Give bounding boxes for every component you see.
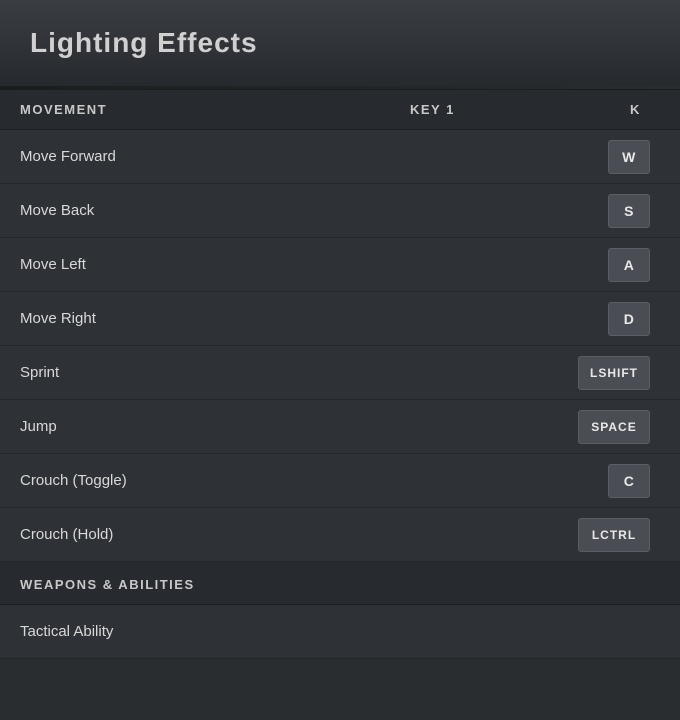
key-badge[interactable]: S — [608, 194, 650, 228]
action-label: Move Back — [20, 202, 440, 219]
key1-cell: C — [440, 464, 660, 498]
table-header: MOVEMENT KEY 1 K — [0, 90, 680, 130]
table-row[interactable]: Sprint LSHIFT — [0, 346, 680, 400]
column-key2-label: K — [630, 102, 660, 117]
table-row[interactable]: Crouch (Toggle) C — [0, 454, 680, 508]
key1-cell: LSHIFT — [440, 356, 660, 390]
action-label: Move Left — [20, 256, 440, 273]
table-row[interactable]: Move Right D — [0, 292, 680, 346]
action-label: Move Forward — [20, 148, 440, 165]
table-row[interactable]: Move Back S — [0, 184, 680, 238]
page-title: Lighting Effects — [30, 27, 258, 59]
action-label: Sprint — [20, 364, 440, 381]
weapons-section-label: WEAPONS & ABILITIES — [20, 577, 195, 592]
key1-cell: LCTRL — [440, 518, 660, 552]
key1-cell: A — [440, 248, 660, 282]
key-badge[interactable]: LSHIFT — [578, 356, 650, 390]
action-label: Crouch (Hold) — [20, 526, 440, 543]
action-label: Move Right — [20, 310, 440, 327]
header: Lighting Effects — [0, 0, 680, 90]
action-label: Tactical Ability — [20, 623, 440, 640]
table-row[interactable]: Move Left A — [0, 238, 680, 292]
key1-cell: S — [440, 194, 660, 228]
key-badge[interactable]: A — [608, 248, 650, 282]
action-label: Crouch (Toggle) — [20, 472, 440, 489]
table-row[interactable]: Tactical Ability — [0, 605, 680, 659]
table-row[interactable]: Move Forward W — [0, 130, 680, 184]
table-row[interactable]: Jump SPACE — [0, 400, 680, 454]
key-badge[interactable]: LCTRL — [578, 518, 650, 552]
key-badge[interactable]: W — [608, 140, 650, 174]
column-key1-label: KEY 1 — [410, 102, 630, 117]
table-row[interactable]: Crouch (Hold) LCTRL — [0, 508, 680, 562]
key1-cell: D — [440, 302, 660, 336]
key-badge[interactable]: SPACE — [578, 410, 650, 444]
key-badge[interactable]: C — [608, 464, 650, 498]
key-badge[interactable]: D — [608, 302, 650, 336]
key1-cell: W — [440, 140, 660, 174]
weapons-section-header: WEAPONS & ABILITIES — [0, 562, 680, 605]
action-label: Jump — [20, 418, 440, 435]
key1-cell: SPACE — [440, 410, 660, 444]
movement-section: Move Forward W Move Back S Move Left A M… — [0, 130, 680, 562]
column-movement-label: MOVEMENT — [20, 102, 410, 117]
